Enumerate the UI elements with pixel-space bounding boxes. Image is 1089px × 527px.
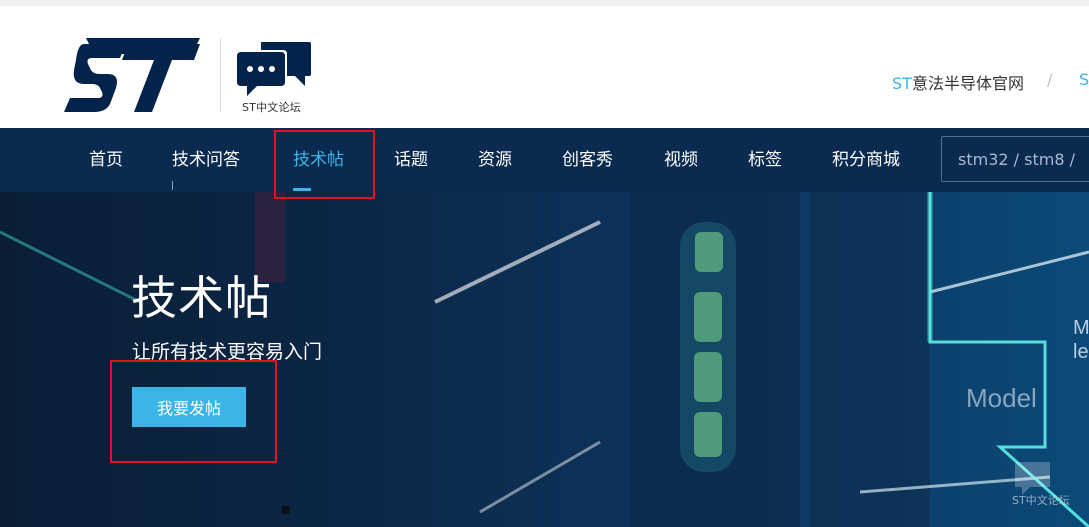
forum-label: ST中文论坛 <box>242 101 301 114</box>
nav-item-home[interactable]: 首页 <box>89 128 123 192</box>
logo-divider <box>220 38 221 112</box>
site-header: ST中文论坛 ST意法半导体官网 / S <box>0 0 1089 128</box>
forum-chat-icon[interactable] <box>237 40 313 96</box>
nav-tick <box>172 181 173 190</box>
nav-item-maker-show[interactable]: 创客秀 <box>562 128 613 192</box>
hero-bg-text-model: Model <box>966 383 1037 413</box>
hero-bg-text-m: Mle <box>1073 316 1089 364</box>
official-site-prefix: ST <box>892 74 912 93</box>
nav-item-qa[interactable]: 技术问答 <box>172 128 240 192</box>
hero-bg-text-m2: le <box>1073 341 1089 363</box>
nav-item-points-mall[interactable]: 积分商城 <box>832 128 900 192</box>
nav-item-tech-posts[interactable]: 技术帖 <box>293 128 344 192</box>
nav-item-video[interactable]: 视频 <box>664 128 698 192</box>
hero-title: 技术帖 <box>131 271 272 325</box>
active-tab-underline <box>293 188 311 191</box>
header-next-link[interactable]: S <box>1079 70 1089 89</box>
hero-subtitle: 让所有技术更容易入门 <box>132 341 323 363</box>
search-input[interactable] <box>941 136 1089 182</box>
st-logo[interactable] <box>64 38 200 114</box>
official-site-link[interactable]: ST意法半导体官网 <box>892 70 1024 94</box>
nav-item-tags[interactable]: 标签 <box>748 128 782 192</box>
nav-item-topics[interactable]: 话题 <box>394 128 428 192</box>
new-post-button[interactable]: 我要发帖 <box>132 387 246 427</box>
nav-item-resources[interactable]: 资源 <box>478 128 512 192</box>
main-nav: 首页 技术问答 技术帖 话题 资源 创客秀 视频 标签 积分商城 <box>0 128 1089 192</box>
header-separator: / <box>1047 70 1053 89</box>
forum-watermark: ST中文论坛 <box>1012 494 1070 507</box>
official-site-text: 意法半导体官网 <box>911 74 1024 93</box>
hero-banner: Mle Model ST中文论坛 技术帖 让所有技术更容易入门 我要发帖 <box>0 192 1089 527</box>
hero-bg-text-m1: M <box>1073 317 1089 339</box>
